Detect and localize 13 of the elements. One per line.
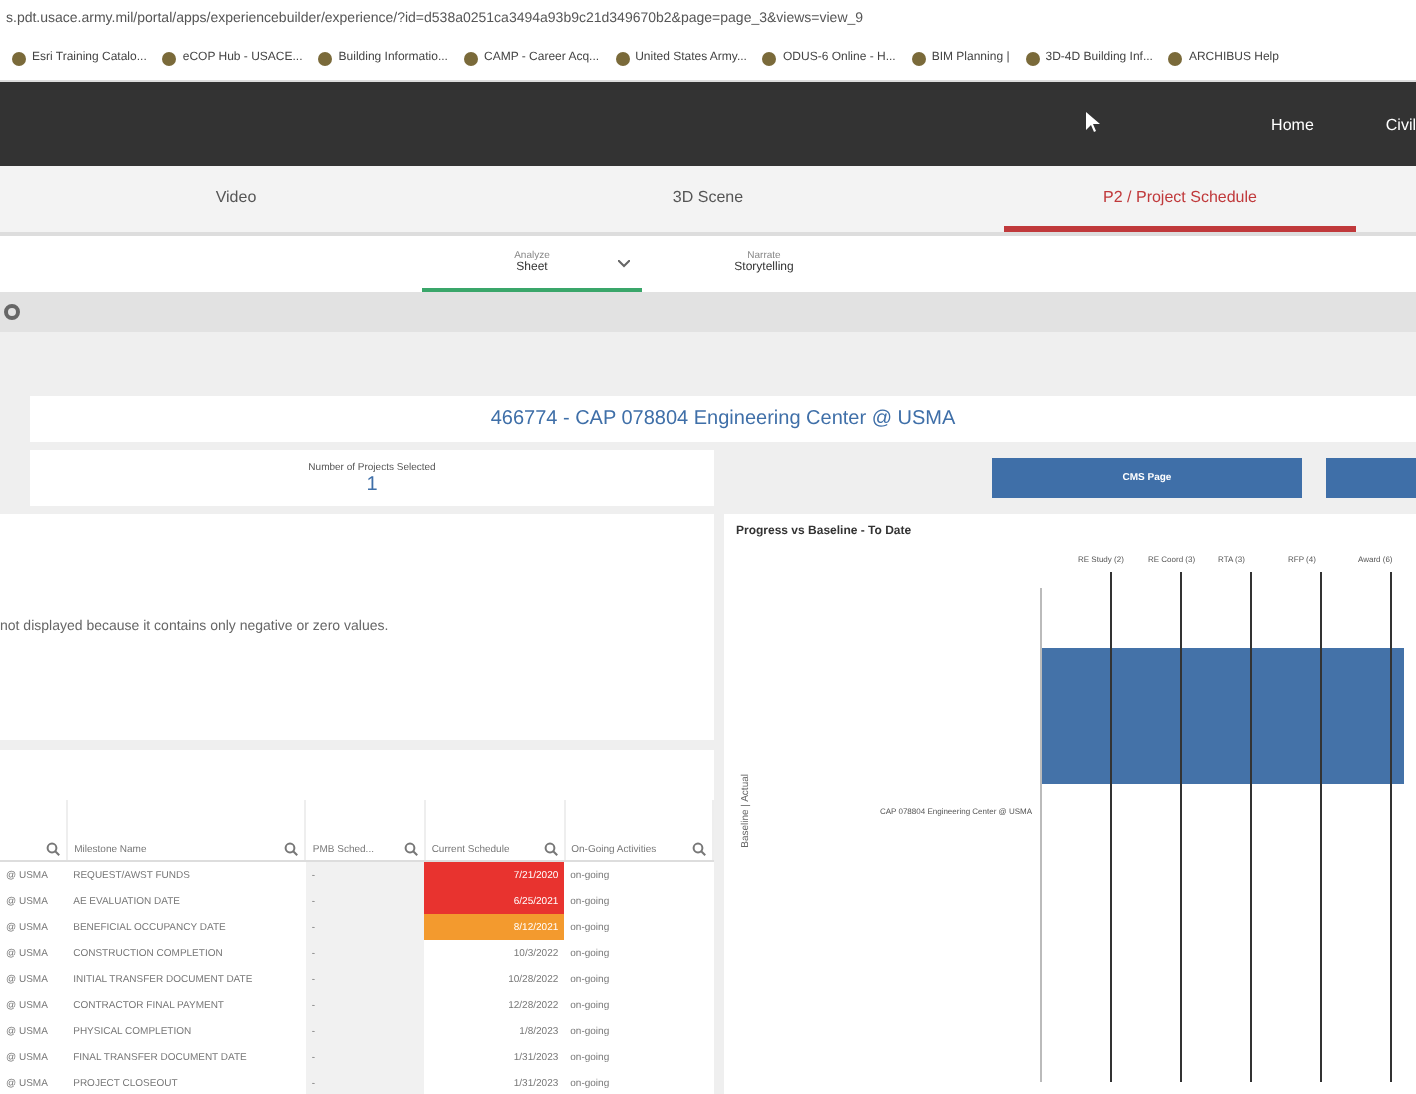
settings-icon[interactable] bbox=[4, 304, 20, 320]
project-title: 466774 - CAP 078804 Engineering Center @ USMA bbox=[490, 408, 956, 430]
search-icon[interactable] bbox=[284, 842, 299, 856]
nav-link[interactable]: Home bbox=[1271, 115, 1314, 133]
tab[interactable]: 3D Scene bbox=[532, 166, 884, 232]
cursor-icon bbox=[1086, 112, 1100, 132]
search-icon[interactable] bbox=[46, 842, 61, 856]
search-icon[interactable] bbox=[692, 842, 706, 856]
tab[interactable]: Video bbox=[60, 166, 412, 232]
search-icon[interactable] bbox=[403, 842, 418, 856]
search-icon[interactable] bbox=[543, 842, 558, 856]
kpi-value: 1 bbox=[366, 473, 378, 495]
nav-link[interactable]: Civil bbox=[1385, 115, 1416, 133]
